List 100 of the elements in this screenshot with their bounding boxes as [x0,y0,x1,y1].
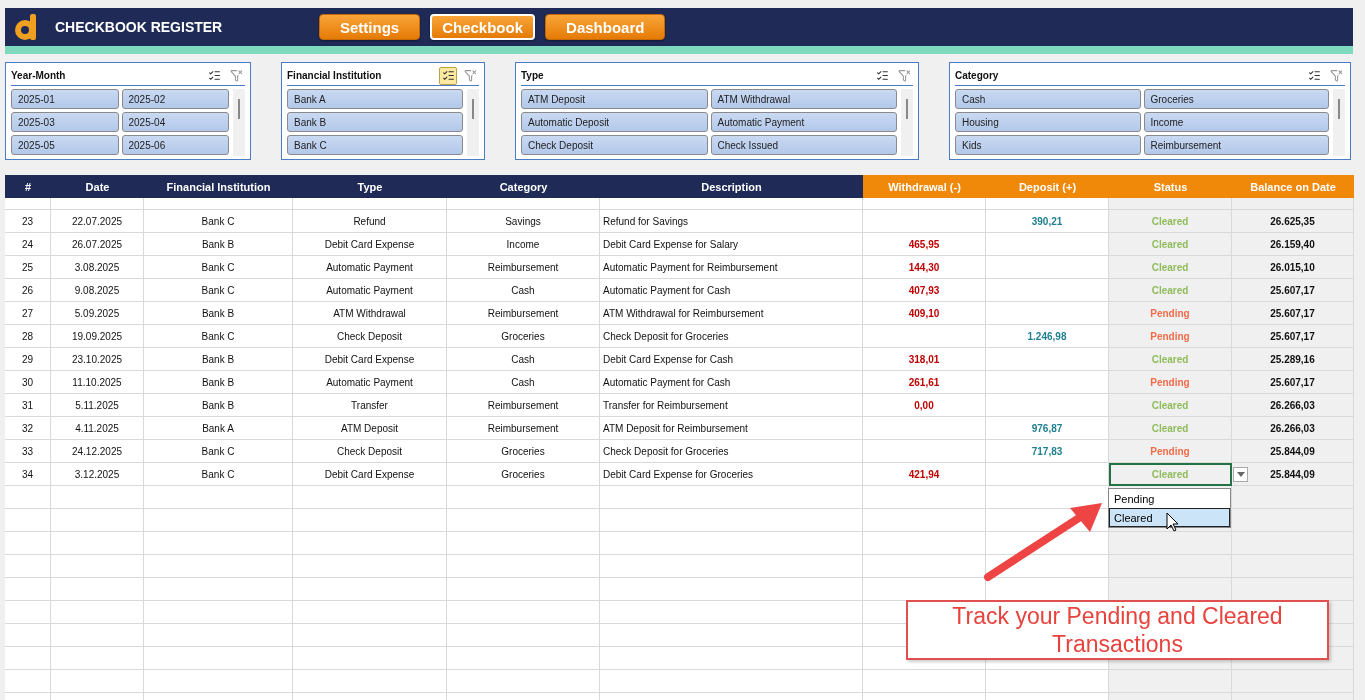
slicer-item[interactable]: 2025-02 [121,89,229,109]
slicer-item[interactable]: 2025-04 [121,112,229,132]
dropdown-button[interactable] [1233,467,1248,482]
table-cell [5,555,51,578]
table-cell: 26.625,35 [1232,210,1354,233]
slicer-item[interactable]: 2025-06 [121,135,229,155]
column-header: Financial Institution [144,175,293,198]
table-cell: 26.266,03 [1232,417,1354,440]
table-cell: 19.09.2025 [51,325,144,348]
table-cell: Automatic Payment for Cash [600,371,863,394]
table-cell: Transfer for Reimbursement [600,394,863,417]
slicer-item[interactable]: Check Deposit [521,135,708,155]
table-cell: Cleared [1109,348,1232,371]
table-cell: 9.08.2025 [51,279,144,302]
table-cell [5,198,51,210]
table-cell [5,670,51,693]
scrollbar[interactable] [1333,89,1345,156]
table-cell: Reimbursement [447,256,600,279]
table-cell: ATM Deposit [293,417,447,440]
table-cell: 11.10.2025 [51,371,144,394]
scrollbar[interactable] [901,89,913,156]
slicer-item[interactable]: Check Issued [710,135,897,155]
table-cell: Cash [447,371,600,394]
table-cell: 34 [5,463,51,486]
table-cell: 33 [5,440,51,463]
table-cell: Automatic Payment for Reimbursement [600,256,863,279]
table-cell: Bank C [144,256,293,279]
scrollbar[interactable] [467,89,479,156]
table-cell: Cash [447,279,600,302]
slicer-item[interactable]: Bank B [287,112,463,132]
table-cell [5,509,51,532]
slicer-item[interactable]: Housing [955,112,1141,132]
table-cell: 31 [5,394,51,417]
table-cell: Bank C [144,325,293,348]
slicer-item[interactable]: Cash [955,89,1141,109]
table-cell: Bank C [144,210,293,233]
table-cell: Income [447,233,600,256]
table-cell: 24 [5,233,51,256]
table-cell: Debit Card Expense [293,463,447,486]
table-cell [5,486,51,509]
slicer-title: Category [955,70,1000,81]
slicer-item[interactable]: Kids [955,135,1141,155]
table-cell: 30 [5,371,51,394]
app-title: CHECKBOOK REGISTER [55,19,224,35]
table-cell: 25.289,16 [1232,348,1354,371]
slicer-item[interactable]: Reimbursement [1143,135,1329,155]
table-cell: 465,95 [863,233,986,256]
table-cell: Transfer [293,394,447,417]
table-cell: Cleared [1109,394,1232,417]
table-cell: 4.11.2025 [51,417,144,440]
caret-icon [1236,472,1245,477]
column-header: Balance on Date [1232,175,1354,198]
scrollbar[interactable] [233,89,245,156]
slicer-item[interactable]: Automatic Payment [710,112,897,132]
table-cell: Automatic Payment [293,256,447,279]
slicer-item[interactable]: Groceries [1143,89,1329,109]
table-cell: 717,83 [986,440,1109,463]
slicer-item[interactable]: Bank A [287,89,463,109]
table-cell [5,578,51,601]
table-cell: 25.607,17 [1232,325,1354,348]
table-cell: Pending [1109,440,1232,463]
table-cell: 25.844,09 [1232,463,1354,486]
column-header: Withdrawal (-) [863,175,986,198]
column-header: Status [1109,175,1232,198]
slicer-item[interactable]: 2025-03 [11,112,119,132]
slicer-title: Financial Institution [287,70,383,81]
slicer-item[interactable]: 2025-01 [11,89,119,109]
table-cell: Debit Card Expense for Cash [600,348,863,371]
table-cell: 25.607,17 [1232,302,1354,325]
slicer-item[interactable]: 2025-05 [11,135,119,155]
slicer-item[interactable]: ATM Withdrawal [710,89,897,109]
table-cell: Bank B [144,371,293,394]
table-cell: Check Deposit for Groceries [600,325,863,348]
slicer-item[interactable]: Automatic Deposit [521,112,708,132]
dropdown-option[interactable]: Cleared [1109,508,1230,527]
table-cell: Debit Card Expense [293,348,447,371]
table-cell: 5.09.2025 [51,302,144,325]
table-cell: Bank B [144,348,293,371]
table-cell: 25 [5,256,51,279]
table-cell [5,647,51,670]
slicer-item[interactable]: ATM Deposit [521,89,708,109]
table-cell: 26.07.2025 [51,233,144,256]
table-cell: Cleared [1109,417,1232,440]
table-cell: ATM Withdrawal [293,302,447,325]
table-cell: Automatic Payment [293,279,447,302]
slicer-item[interactable]: Bank C [287,135,463,155]
table-cell: 421,94 [863,463,986,486]
column-header: Type [293,175,447,198]
multi-select-icon[interactable] [439,66,457,85]
table-cell: 24.12.2025 [51,440,144,463]
table-cell: Check Deposit [293,325,447,348]
table-cell: Cleared [1109,210,1232,233]
column-header: Category [447,175,600,198]
table-cell: Bank B [144,233,293,256]
table-cell: Check Deposit [293,440,447,463]
table-cell: 3.08.2025 [51,256,144,279]
slicer-item[interactable]: Income [1143,112,1329,132]
table-cell: 26.266,03 [1232,394,1354,417]
table-cell: 26.015,10 [1232,256,1354,279]
table-cell: 976,87 [986,417,1109,440]
